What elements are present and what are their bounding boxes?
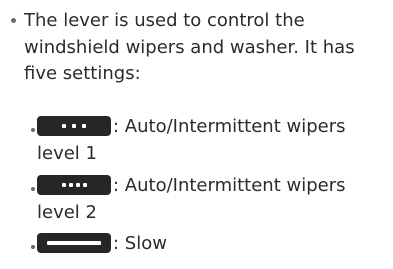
main-bullet <box>11 18 16 23</box>
document-page: The lever is used to control the windshi… <box>0 0 393 269</box>
setting-item-level-2: : Auto/Intermittent wipers level 2 <box>37 173 377 226</box>
sub-bullet-1 <box>31 128 35 132</box>
setting-item-level-1: : Auto/Intermittent wipers level 1 <box>37 114 377 167</box>
wiper-dots-spaced-icon <box>37 115 111 136</box>
wiper-slow-line-icon <box>37 232 111 253</box>
sub-bullet-3 <box>31 245 35 249</box>
sub-bullet-2 <box>31 187 35 191</box>
setting-label-slow: : Slow <box>113 233 167 254</box>
wiper-dots-tight-icon <box>37 174 111 195</box>
setting-item-slow: : Slow <box>37 231 377 258</box>
intro-paragraph: The lever is used to control the windshi… <box>24 10 355 84</box>
